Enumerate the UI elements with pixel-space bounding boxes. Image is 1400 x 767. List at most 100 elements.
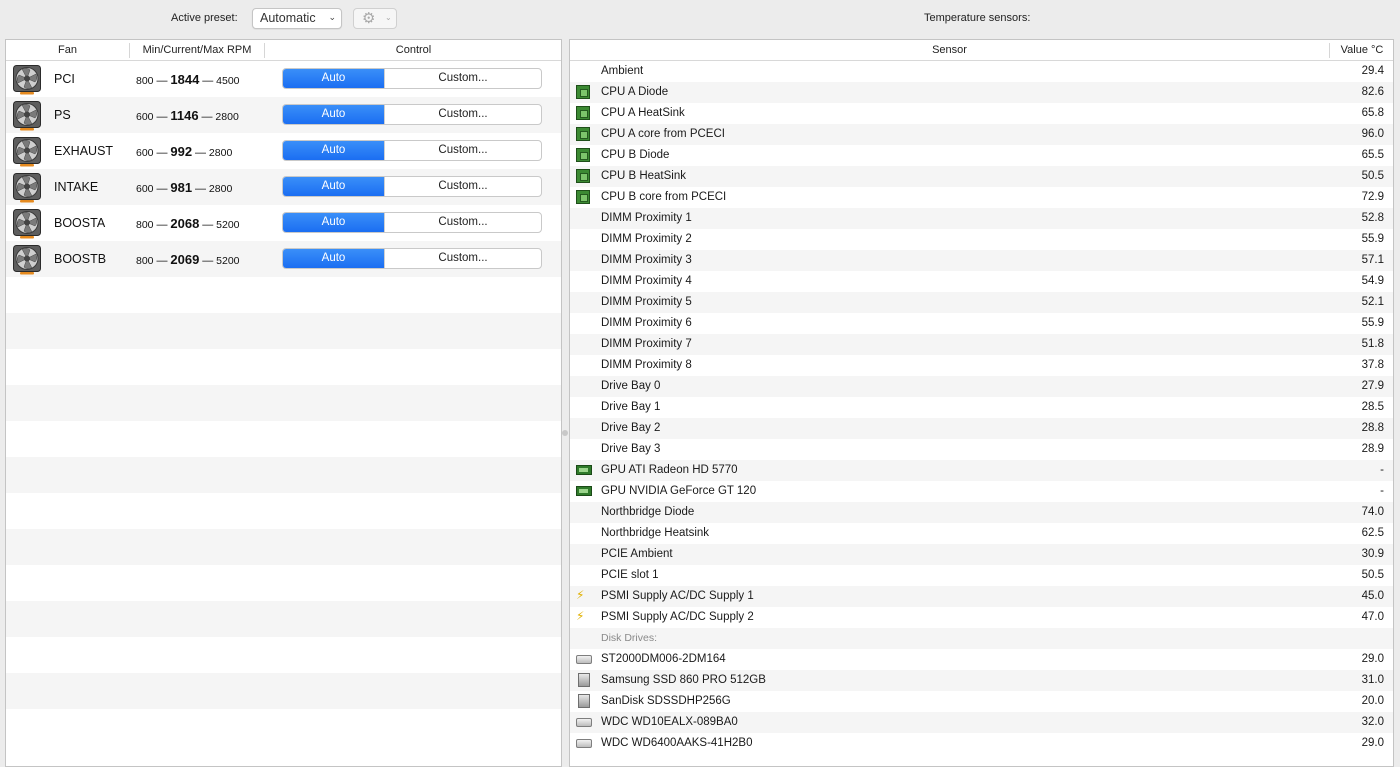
sensor-row[interactable]: DIMM Proximity 3 57.1 [570, 250, 1393, 271]
cpu-chip-icon [576, 127, 590, 141]
auto-button[interactable]: Auto [283, 105, 384, 124]
sensor-row[interactable]: ⚡ PSMI Supply AC/DC Supply 1 45.0 [570, 586, 1393, 607]
gpu-card-icon [576, 465, 592, 475]
split-view-divider[interactable] [562, 430, 568, 436]
sensor-row[interactable]: CPU A HeatSink 65.8 [570, 103, 1393, 124]
sensor-row[interactable]: Northbridge Heatsink 62.5 [570, 523, 1393, 544]
sensor-row[interactable]: CPU B Diode 65.5 [570, 145, 1393, 166]
sensor-row[interactable]: CPU B core from PCECI 72.9 [570, 187, 1393, 208]
custom-button[interactable]: Custom... [384, 105, 541, 124]
sensor-row[interactable]: GPU NVIDIA GeForce GT 120 - [570, 481, 1393, 502]
sensor-row[interactable]: GPU ATI Radeon HD 5770 - [570, 460, 1393, 481]
empty-row [6, 313, 561, 349]
sensor-row[interactable]: DIMM Proximity 5 52.1 [570, 292, 1393, 313]
rpm-separator: — [202, 75, 214, 87]
sensor-name: ST2000DM006-2DM164 [601, 653, 726, 665]
fan-control-segmented: Auto Custom... [282, 104, 542, 125]
control-column-header[interactable]: Control [265, 44, 561, 56]
sensor-row[interactable]: WDC WD10EALX-089BA0 32.0 [570, 712, 1393, 733]
fan-rpm: 600 — 981 — 2800 [136, 180, 263, 195]
sensor-name: CPU B Diode [601, 149, 670, 161]
empty-row [6, 493, 561, 529]
sensor-row[interactable]: ST2000DM006-2DM164 29.0 [570, 649, 1393, 670]
rpm-column-header[interactable]: Min/Current/Max RPM [130, 44, 264, 56]
fan-rpm: 800 — 1844 — 4500 [136, 72, 263, 87]
sensor-row[interactable]: Drive Bay 0 27.9 [570, 376, 1393, 397]
sensor-row[interactable]: CPU A Diode 82.6 [570, 82, 1393, 103]
sensor-name: GPU NVIDIA GeForce GT 120 [601, 485, 757, 497]
fan-current-rpm: 1844 [170, 72, 200, 87]
fan-name: EXHAUST [54, 144, 114, 158]
sensor-value: 47.0 [1361, 611, 1384, 623]
sensor-row[interactable]: SanDisk SDSSDHP256G 20.0 [570, 691, 1393, 712]
fan-icon [13, 101, 41, 131]
empty-row [6, 457, 561, 493]
sensor-row[interactable]: PCIE Ambient 30.9 [570, 544, 1393, 565]
fan-icon [13, 245, 41, 275]
fan-rpm: 600 — 992 — 2800 [136, 144, 263, 159]
sensor-row[interactable]: Northbridge Diode 74.0 [570, 502, 1393, 523]
sensor-name: Ambient [601, 65, 644, 77]
sensor-row[interactable]: Drive Bay 3 28.9 [570, 439, 1393, 460]
sensor-name: Northbridge Diode [601, 506, 695, 518]
sensor-name: PSMI Supply AC/DC Supply 1 [601, 590, 754, 602]
empty-row [6, 277, 561, 313]
custom-button[interactable]: Custom... [384, 177, 541, 196]
sensor-name: DIMM Proximity 2 [601, 233, 692, 245]
sensor-row[interactable]: Drive Bay 2 28.8 [570, 418, 1393, 439]
custom-button[interactable]: Custom... [384, 141, 541, 160]
sensor-column-header[interactable]: Sensor [570, 44, 1329, 56]
fan-rpm: 800 — 2068 — 5200 [136, 216, 263, 231]
sensor-row[interactable]: Ambient 29.4 [570, 61, 1393, 82]
sensor-value: 57.1 [1361, 254, 1384, 266]
empty-row [6, 673, 561, 709]
sensor-name: WDC WD10EALX-089BA0 [601, 716, 738, 728]
preset-select[interactable]: Automatic ⌄ [252, 8, 342, 29]
empty-row [6, 349, 561, 385]
sensor-row[interactable]: CPU B HeatSink 50.5 [570, 166, 1393, 187]
fan-max-rpm: 2800 [208, 147, 233, 159]
rpm-separator: — [156, 111, 168, 123]
sensor-row[interactable]: ⚡ PSMI Supply AC/DC Supply 2 47.0 [570, 607, 1393, 628]
sensor-row[interactable]: DIMM Proximity 6 55.9 [570, 313, 1393, 334]
cpu-chip-icon [576, 85, 590, 99]
fan-max-rpm: 4500 [216, 75, 240, 87]
auto-button[interactable]: Auto [283, 141, 384, 160]
chevron-down-icon: ⌄ [328, 12, 336, 22]
sensor-value: 31.0 [1361, 674, 1384, 686]
custom-button[interactable]: Custom... [384, 213, 541, 232]
sensor-value: 50.5 [1361, 170, 1384, 182]
preset-select-value: Automatic [260, 11, 316, 25]
preset-settings-button[interactable]: ⚙ ⌄ [353, 8, 397, 29]
fan-current-rpm: 1146 [170, 108, 199, 123]
sensor-value: 50.5 [1361, 569, 1384, 581]
sensor-row[interactable]: Samsung SSD 860 PRO 512GB 31.0 [570, 670, 1393, 691]
fan-name: BOOSTB [54, 252, 107, 266]
power-bolt-icon: ⚡ [576, 588, 585, 602]
empty-row [6, 709, 561, 745]
sensor-row[interactable]: DIMM Proximity 8 37.8 [570, 355, 1393, 376]
sensor-row[interactable]: DIMM Proximity 4 54.9 [570, 271, 1393, 292]
empty-row [6, 565, 561, 601]
sensor-row[interactable]: DIMM Proximity 1 52.8 [570, 208, 1393, 229]
custom-button[interactable]: Custom... [384, 69, 541, 88]
sensor-name: PCIE Ambient [601, 548, 673, 560]
sensor-row[interactable]: DIMM Proximity 7 51.8 [570, 334, 1393, 355]
custom-button[interactable]: Custom... [384, 249, 541, 268]
auto-button[interactable]: Auto [283, 177, 384, 196]
sensor-row[interactable]: CPU A core from PCECI 96.0 [570, 124, 1393, 145]
sensor-row[interactable]: WDC WD6400AAKS-41H2B0 29.0 [570, 733, 1393, 754]
sensor-row[interactable]: Drive Bay 1 28.5 [570, 397, 1393, 418]
sensor-row[interactable]: DIMM Proximity 2 55.9 [570, 229, 1393, 250]
cpu-chip-icon [576, 106, 590, 120]
fan-column-header[interactable]: Fan [6, 44, 129, 56]
auto-button[interactable]: Auto [283, 69, 384, 88]
fan-row: PCI 800 — 1844 — 4500 Auto Custom... [6, 61, 561, 97]
auto-button[interactable]: Auto [283, 213, 384, 232]
fan-max-rpm: 2800 [208, 183, 233, 195]
sensor-name: CPU A core from PCECI [601, 128, 725, 140]
sensor-row[interactable]: PCIE slot 1 50.5 [570, 565, 1393, 586]
sensor-value: 52.8 [1361, 212, 1384, 224]
auto-button[interactable]: Auto [283, 249, 384, 268]
value-column-header[interactable]: Value °C [1330, 44, 1393, 56]
